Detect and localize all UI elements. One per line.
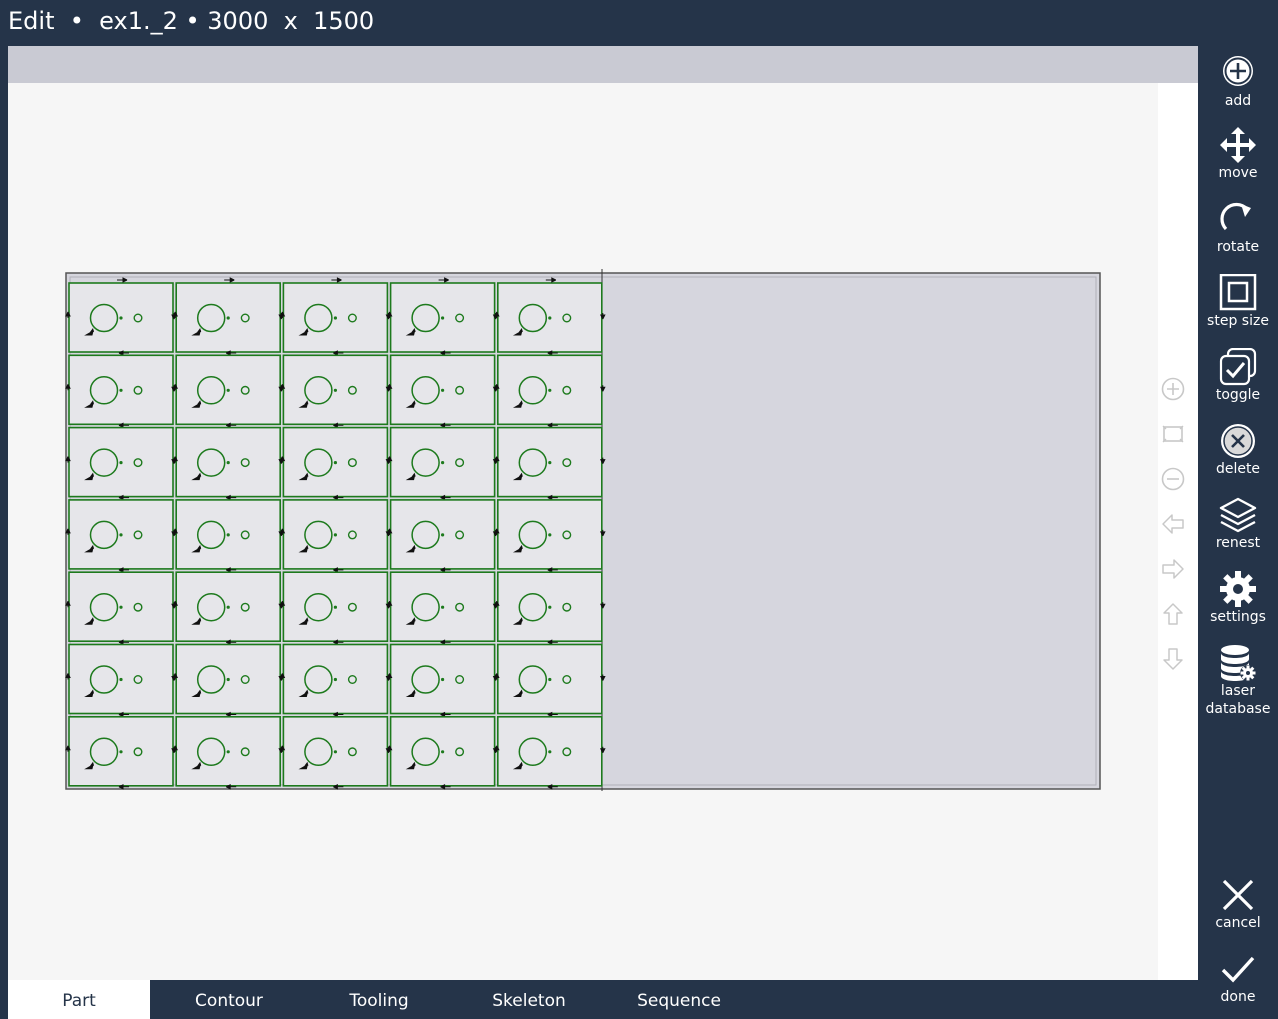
- nested-part[interactable]: [65, 715, 177, 790]
- add-button[interactable]: add: [1198, 54, 1278, 110]
- nested-part[interactable]: [386, 715, 499, 790]
- delete-button[interactable]: delete: [1198, 422, 1278, 478]
- zoom-fit-icon[interactable]: [1161, 422, 1185, 446]
- tab-sequence[interactable]: Sequence: [608, 980, 750, 1019]
- database-gear-icon: [1221, 645, 1256, 681]
- nested-part[interactable]: [65, 571, 177, 646]
- toggle-label: toggle: [1215, 387, 1261, 403]
- settings-label: settings: [1210, 609, 1266, 625]
- settings-button[interactable]: settings: [1198, 570, 1278, 626]
- add-icon: [1223, 56, 1253, 86]
- nested-part[interactable]: [493, 354, 606, 429]
- nested-part[interactable]: [65, 499, 177, 573]
- tab-tooling[interactable]: Tooling: [308, 980, 450, 1019]
- nested-part[interactable]: [172, 571, 285, 646]
- nested-part[interactable]: [279, 715, 392, 790]
- zoom-out-icon[interactable]: [1161, 467, 1185, 491]
- tab-skeleton[interactable]: Skeleton: [458, 980, 600, 1019]
- laser-database-label: laser database: [1205, 683, 1271, 717]
- step-size-icon: [1219, 274, 1257, 311]
- move-icon: [1220, 127, 1256, 163]
- nested-part[interactable]: [493, 571, 606, 646]
- tab-part[interactable]: Part: [8, 980, 150, 1019]
- nest-drawing[interactable]: [8, 83, 1158, 980]
- nested-part[interactable]: [386, 426, 499, 501]
- nested-part[interactable]: [493, 643, 606, 718]
- nested-part[interactable]: [493, 426, 606, 501]
- nested-part[interactable]: [279, 277, 392, 356]
- renest-button[interactable]: renest: [1198, 496, 1278, 552]
- arrow-down-icon[interactable]: [1161, 647, 1185, 671]
- nested-part[interactable]: [172, 426, 285, 501]
- nested-part[interactable]: [65, 426, 177, 501]
- gear-icon: [1220, 571, 1256, 607]
- canvas-header-strip: [8, 46, 1198, 83]
- move-label: move: [1218, 165, 1258, 181]
- laser-database-button[interactable]: laser database: [1198, 644, 1278, 718]
- nested-part[interactable]: [386, 354, 499, 429]
- nested-part[interactable]: [65, 643, 177, 718]
- zoom-in-icon[interactable]: [1161, 377, 1185, 401]
- nested-part[interactable]: [279, 643, 392, 718]
- nested-part[interactable]: [279, 571, 392, 646]
- nested-part[interactable]: [386, 277, 499, 356]
- toggle-button[interactable]: toggle: [1198, 348, 1278, 404]
- move-button[interactable]: move: [1198, 126, 1278, 182]
- nested-part[interactable]: [279, 354, 392, 429]
- nested-part[interactable]: [172, 354, 285, 429]
- delete-label: delete: [1215, 461, 1261, 477]
- tab-contour[interactable]: Contour: [158, 980, 300, 1019]
- editor-window: Edit • ex1._2 • 3000 x 1500 add move rot…: [0, 0, 1278, 1019]
- nested-part[interactable]: [172, 277, 285, 356]
- nested-part[interactable]: [386, 499, 499, 573]
- nested-part[interactable]: [493, 277, 606, 356]
- arrow-left-icon[interactable]: [1161, 512, 1185, 536]
- nested-part[interactable]: [386, 571, 499, 646]
- cancel-label: cancel: [1215, 915, 1261, 931]
- tab-bar: Part Contour Tooling Skeleton Sequence: [8, 980, 1198, 1019]
- window-title: Edit • ex1._2 • 3000 x 1500: [8, 7, 375, 35]
- step-size-button[interactable]: step size: [1198, 274, 1278, 330]
- checkmark-icon: [1221, 956, 1255, 983]
- layers-icon: [1219, 497, 1257, 533]
- delete-icon: [1221, 424, 1255, 458]
- nested-part[interactable]: [172, 499, 285, 573]
- nested-part[interactable]: [386, 643, 499, 718]
- rotate-label: rotate: [1216, 239, 1260, 255]
- nested-part[interactable]: [279, 499, 392, 573]
- nested-part[interactable]: [279, 426, 392, 501]
- nested-part[interactable]: [493, 499, 606, 573]
- nest-canvas[interactable]: [8, 83, 1158, 980]
- cancel-button[interactable]: cancel: [1198, 876, 1278, 932]
- done-label: done: [1220, 989, 1256, 1005]
- toggle-icon: [1219, 348, 1257, 386]
- nested-part[interactable]: [493, 715, 606, 790]
- done-button[interactable]: done: [1198, 950, 1278, 1006]
- right-toolbar: add move rotate step size toggle delete …: [1198, 46, 1278, 1019]
- add-label: add: [1224, 93, 1252, 109]
- rotate-icon: [1220, 202, 1251, 231]
- parts-group: [65, 277, 606, 790]
- rotate-button[interactable]: rotate: [1198, 200, 1278, 256]
- nested-part[interactable]: [65, 354, 177, 429]
- nested-part[interactable]: [65, 277, 177, 356]
- close-icon: [1222, 879, 1254, 911]
- step-size-label: step size: [1207, 313, 1269, 329]
- nested-part[interactable]: [172, 715, 285, 790]
- nested-part[interactable]: [172, 643, 285, 718]
- arrow-up-icon[interactable]: [1161, 602, 1185, 626]
- arrow-right-icon[interactable]: [1161, 557, 1185, 581]
- renest-label: renest: [1215, 535, 1261, 551]
